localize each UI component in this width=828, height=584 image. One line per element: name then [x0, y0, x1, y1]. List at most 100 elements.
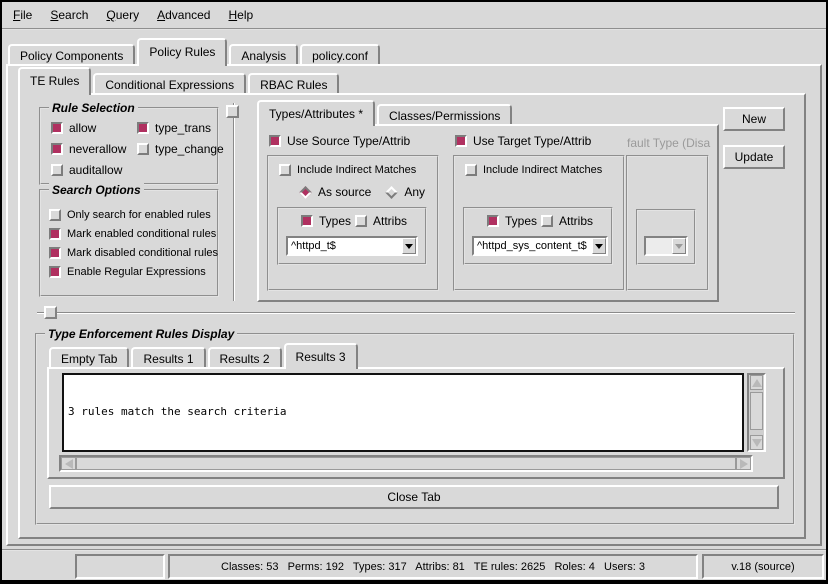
checkbox-indicator [465, 164, 477, 176]
tab-types-attributes[interactable]: Types/Attributes * [257, 100, 375, 126]
target-type-combobox[interactable]: ^httpd_sys_content_t$ [472, 236, 608, 256]
target-type-value: ^httpd_sys_content_t$ [474, 240, 592, 252]
checkbox-enable-regex[interactable]: Enable Regular Expressions [49, 266, 218, 278]
default-type-label: fault Type (Disa [627, 136, 711, 150]
update-button[interactable]: Update [723, 145, 785, 169]
checkbox-indicator [541, 215, 553, 227]
new-button[interactable]: New [723, 107, 785, 131]
checkbox-indicator [49, 247, 61, 259]
checkbox-target-types[interactable]: Types [487, 214, 537, 228]
target-criteria-frame: Include Indirect Matches Types Attribs ^… [453, 155, 625, 291]
checkbox-indicator [279, 164, 291, 176]
menu-help[interactable]: Help [219, 5, 262, 25]
checkbox-indicator [51, 122, 63, 134]
checkbox-use-target[interactable]: Use Target Type/Attrib [455, 134, 591, 148]
tab-conditional-expressions[interactable]: Conditional Expressions [93, 73, 246, 93]
scroll-up-button[interactable] [750, 375, 763, 390]
menubar: File Search Query Advanced Help [2, 2, 826, 30]
checkbox-auditallow[interactable]: auditallow [51, 163, 137, 177]
checkbox-mark-disabled-conditional[interactable]: Mark disabled conditional rules [49, 247, 218, 259]
radio-any[interactable]: Any [385, 185, 425, 199]
tab-te-rules[interactable]: TE Rules [18, 67, 91, 95]
checkbox-allow[interactable]: allow [51, 121, 137, 135]
tab-rbac-rules[interactable]: RBAC Rules [248, 73, 339, 93]
blank-line [68, 447, 738, 452]
source-type-dropdown-button[interactable] [402, 238, 416, 254]
horizontal-sash-line [37, 312, 795, 314]
checkbox-target-attribs[interactable]: Attribs [541, 214, 593, 228]
checkbox-use-source[interactable]: Use Source Type/Attrib [269, 134, 410, 148]
tab-classes-permissions[interactable]: Classes/Permissions [377, 104, 512, 124]
radio-indicator [385, 186, 398, 199]
checkbox-indicator [49, 266, 61, 278]
tab-results-1[interactable]: Results 1 [131, 347, 205, 367]
tab-empty-tab[interactable]: Empty Tab [49, 347, 129, 367]
te-rules-display-frame: Type Enforcement Rules Display Empty Tab… [35, 333, 795, 525]
rules-tabbar: TE Rules Conditional Expressions RBAC Ru… [18, 67, 341, 95]
checkbox-enabled-rules-only[interactable]: Only search for enabled rules [49, 209, 218, 221]
statusbar: Classes: 53 Perms: 192 Types: 317 Attrib… [2, 549, 826, 580]
results-tabbar: Empty Tab Results 1 Results 2 Results 3 [49, 343, 360, 369]
tab-results-2[interactable]: Results 2 [208, 347, 282, 367]
checkbox-indicator [269, 135, 281, 147]
status-stats: Classes: 53 Perms: 192 Types: 317 Attrib… [168, 554, 698, 579]
vertical-sash-handle[interactable] [226, 105, 239, 118]
vertical-sash-line [233, 103, 235, 301]
default-type-frame [626, 155, 709, 291]
rule-selection-title: Rule Selection [49, 101, 138, 115]
default-type-dropdown-button [672, 238, 686, 254]
tab-policy-components[interactable]: Policy Components [8, 44, 135, 64]
checkbox-indicator [49, 209, 61, 221]
vertical-scrollbar[interactable] [747, 373, 766, 452]
arrow-left-icon [65, 459, 73, 469]
checkbox-indicator [487, 215, 499, 227]
menu-search[interactable]: Search [41, 5, 97, 25]
checkbox-indicator [137, 122, 149, 134]
scroll-right-button[interactable] [736, 457, 751, 470]
target-type-dropdown-button[interactable] [592, 238, 606, 254]
search-options-frame: Search Options Only search for enabled r… [39, 189, 219, 297]
chevron-down-icon [595, 244, 603, 249]
radio-as-source[interactable]: As source [299, 185, 371, 199]
menu-query[interactable]: Query [97, 5, 148, 25]
checkbox-source-types[interactable]: Types [301, 214, 351, 228]
checkbox-indicator [355, 215, 367, 227]
checkbox-indicator [51, 143, 63, 155]
checkbox-mark-enabled-conditional[interactable]: Mark enabled conditional rules [49, 228, 218, 240]
checkbox-source-attribs[interactable]: Attribs [355, 214, 407, 228]
source-type-combobox[interactable]: ^httpd_t$ [286, 236, 418, 256]
results-text-area[interactable]: 3 rules match the search criteria (5822)… [62, 373, 744, 452]
checkbox-target-indirect[interactable]: Include Indirect Matches [465, 164, 602, 176]
scroll-down-button[interactable] [750, 435, 763, 450]
search-options-title: Search Options [49, 183, 144, 197]
checkbox-neverallow[interactable]: neverallow [51, 142, 137, 156]
menu-file[interactable]: File [4, 5, 41, 25]
status-empty-box [75, 554, 165, 579]
tab-analysis[interactable]: Analysis [229, 44, 298, 64]
source-type-value: ^httpd_t$ [288, 240, 402, 252]
close-tab-button[interactable]: Close Tab [49, 485, 779, 509]
arrow-down-icon [752, 439, 762, 447]
checkbox-type-change[interactable]: type_change [137, 142, 224, 156]
tab-policy-rules[interactable]: Policy Rules [137, 38, 227, 66]
menu-advanced[interactable]: Advanced [148, 5, 219, 25]
checkbox-source-indirect[interactable]: Include Indirect Matches [279, 164, 416, 176]
tab-results-3[interactable]: Results 3 [284, 343, 358, 369]
checkbox-indicator [137, 143, 149, 155]
source-types-frame: Types Attribs ^httpd_t$ [277, 207, 427, 265]
te-rules-display-title: Type Enforcement Rules Display [45, 327, 237, 341]
horizontal-scrollbar[interactable] [59, 455, 753, 472]
arrow-right-icon [740, 459, 748, 469]
vertical-scrollbar-thumb[interactable] [750, 392, 763, 430]
criteria-page: Use Source Type/Attrib Include Indirect … [257, 124, 719, 302]
scroll-left-button[interactable] [61, 457, 76, 470]
arrow-up-icon [752, 379, 762, 387]
criteria-tabbar: Types/Attributes * Classes/Permissions [257, 100, 514, 126]
tab-policy-conf[interactable]: policy.conf [300, 44, 380, 64]
default-type-inner-frame [636, 209, 696, 265]
source-criteria-frame: Include Indirect Matches As source Any T… [267, 155, 439, 291]
horizontal-sash-handle[interactable] [44, 306, 57, 319]
checkbox-type-trans[interactable]: type_trans [137, 121, 224, 135]
radio-group-source-role: As source Any [299, 185, 425, 199]
horizontal-scrollbar-thumb[interactable] [76, 457, 736, 470]
